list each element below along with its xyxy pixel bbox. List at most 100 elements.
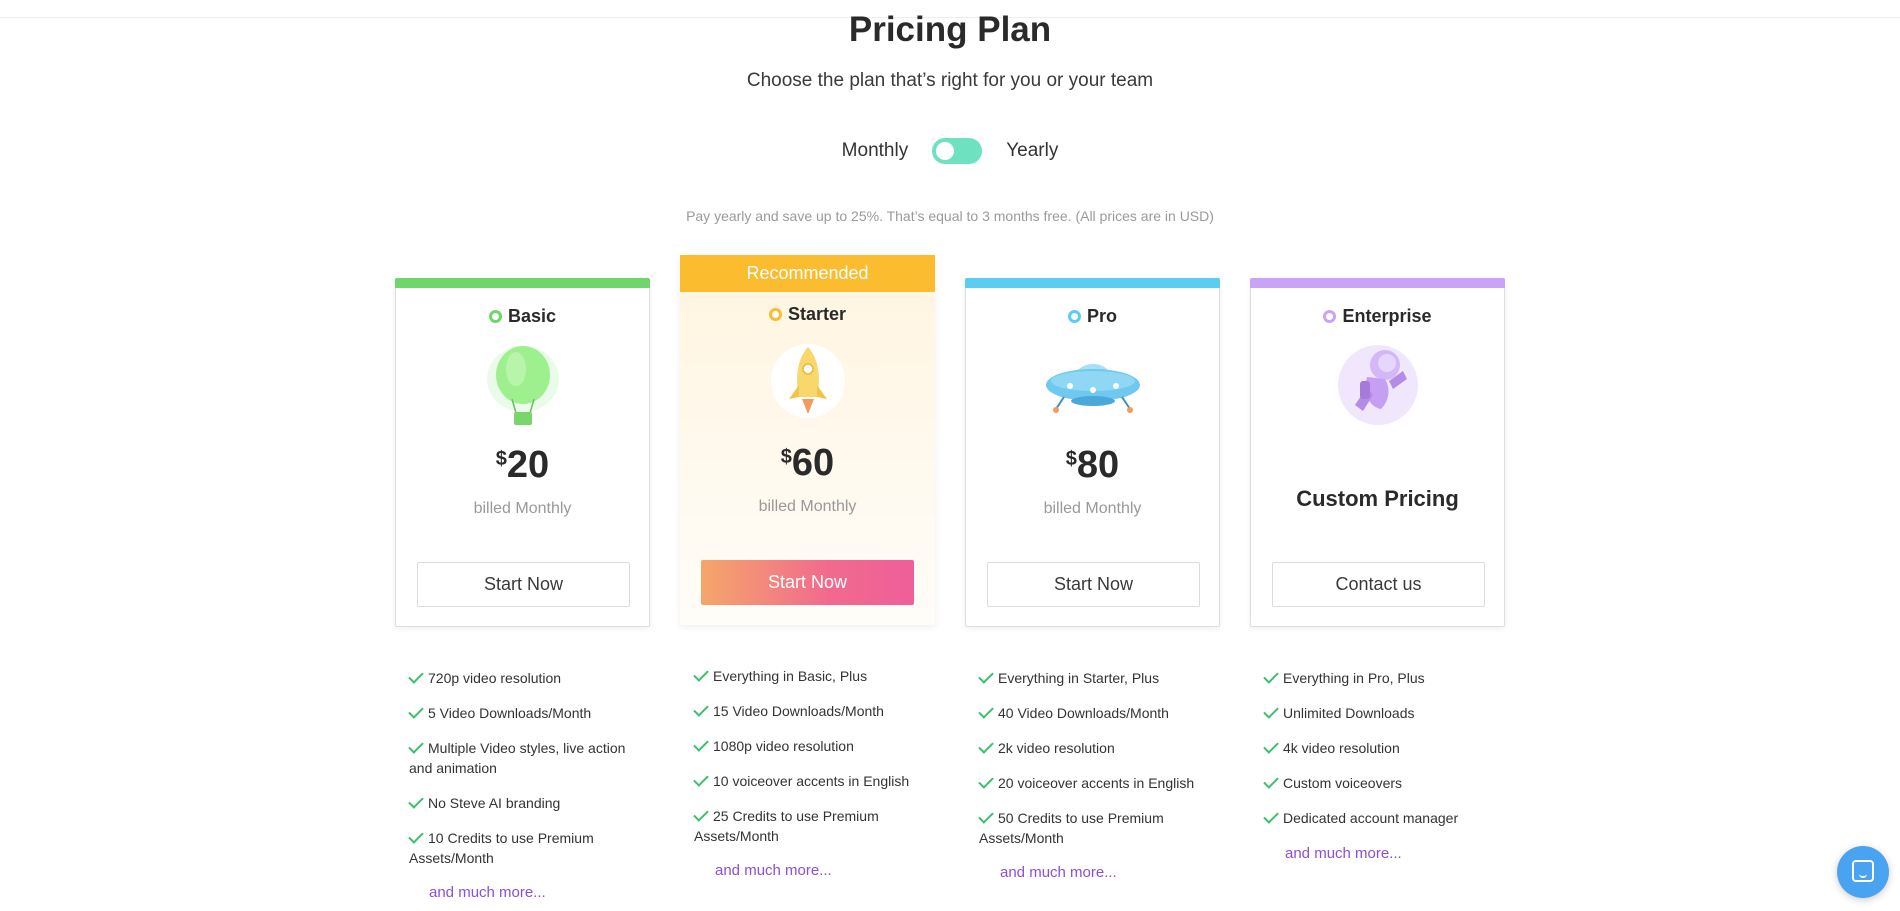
price-currency: $ — [780, 446, 792, 468]
check-icon — [1263, 668, 1279, 684]
rocket-illustration — [770, 344, 845, 418]
feature-text: 5 Video Downloads/Month — [428, 705, 592, 721]
check-icon — [1263, 773, 1279, 789]
feature-item: 20 voiceover accents in English — [978, 773, 1199, 793]
circle-badge-icon — [1067, 310, 1081, 323]
plan-price: $60 — [680, 442, 935, 485]
plan-accent-bar — [395, 278, 650, 288]
check-icon — [408, 738, 424, 754]
feature-list-basic: 720p video resolution 5 Video Downloads/… — [408, 668, 629, 883]
check-icon — [1263, 738, 1279, 754]
feature-text: 40 Video Downloads/Month — [998, 705, 1169, 721]
check-icon — [408, 703, 424, 719]
feature-text: Everything in Pro, Plus — [1283, 670, 1425, 686]
check-icon — [1263, 703, 1279, 719]
check-icon — [693, 806, 709, 822]
feature-text: 720p video resolution — [428, 670, 562, 686]
check-icon — [408, 793, 424, 809]
feature-item: 40 Video Downloads/Month — [978, 703, 1199, 723]
start-now-button[interactable]: Start Now — [987, 562, 1200, 607]
feature-list-starter: Everything in Basic, Plus 15 Video Downl… — [693, 666, 914, 861]
feature-text: Unlimited Downloads — [1283, 705, 1415, 721]
more-features-link[interactable]: and much more... — [715, 862, 832, 879]
feature-item: Everything in Pro, Plus — [1263, 668, 1484, 688]
feature-text: Dedicated account manager — [1283, 810, 1459, 826]
plan-name-label: Starter — [787, 304, 847, 324]
feature-text: Multiple Video styles, live action and a… — [409, 740, 626, 776]
feature-item: No Steve AI branding — [408, 793, 629, 813]
circle-badge-icon — [1323, 310, 1337, 323]
feature-text: 15 Video Downloads/Month — [713, 703, 884, 719]
more-features-link[interactable]: and much more... — [1285, 845, 1402, 862]
feature-item: 50 Credits to use Premium Assets/Month — [978, 808, 1199, 848]
feature-text: No Steve AI branding — [428, 795, 561, 811]
feature-text: 10 voiceover accents in English — [713, 773, 910, 789]
plan-card-enterprise: Enterprise Custom Pricing Contact us — [1250, 278, 1505, 627]
plan-name-label: Basic — [507, 306, 557, 326]
contact-us-button[interactable]: Contact us — [1272, 562, 1485, 607]
check-icon — [978, 808, 994, 824]
plan-name: Enterprise — [1251, 306, 1504, 327]
plan-price: $80 — [966, 444, 1219, 487]
yearly-label[interactable]: Yearly — [1006, 140, 1058, 162]
feature-item: Everything in Basic, Plus — [693, 666, 914, 686]
feature-text: Everything in Starter, Plus — [998, 670, 1160, 686]
feature-item: 10 voiceover accents in English — [693, 771, 914, 791]
feature-text: 2k video resolution — [998, 740, 1115, 756]
start-now-button[interactable]: Start Now — [417, 562, 630, 607]
feature-item: Dedicated account manager — [1263, 808, 1484, 828]
ufo-illustration — [1045, 364, 1140, 413]
feature-item: 720p video resolution — [408, 668, 629, 688]
plan-card-basic: Basic $20 billed Monthly Start Now — [395, 278, 650, 627]
custom-pricing-label: Custom Pricing — [1296, 486, 1459, 511]
feature-text: 25 Credits to use Premium Assets/Month — [694, 808, 879, 844]
chat-glyph — [1852, 860, 1874, 882]
feature-item: Custom voiceovers — [1263, 773, 1484, 793]
billing-period-switch[interactable] — [932, 138, 983, 164]
astronaut-illustration — [1337, 345, 1418, 425]
circle-badge-icon — [488, 310, 502, 323]
more-features-link[interactable]: and much more... — [429, 884, 546, 901]
feature-text: 1080p video resolution — [713, 738, 854, 754]
chat-icon[interactable] — [1837, 846, 1889, 898]
feature-text: 4k video resolution — [1283, 740, 1400, 756]
plan-name: Starter — [680, 304, 935, 325]
plan-card-starter: Recommended Starter $60 billed Monthly S… — [680, 255, 935, 625]
check-icon — [408, 828, 424, 844]
price-currency: $ — [495, 448, 507, 470]
more-features-link[interactable]: and much more... — [1000, 864, 1117, 881]
switch-knob — [936, 142, 955, 160]
feature-item: 4k video resolution — [1263, 738, 1484, 758]
check-icon — [693, 771, 709, 787]
feature-item: 10 Credits to use Premium Assets/Month — [408, 828, 629, 868]
start-now-button[interactable]: Start Now — [701, 560, 914, 605]
check-icon — [408, 668, 424, 684]
circle-badge-icon — [768, 308, 782, 321]
plan-name-label: Enterprise — [1342, 306, 1432, 326]
feature-text: 20 voiceover accents in English — [998, 775, 1195, 791]
check-icon — [693, 666, 709, 682]
feature-item: Everything in Starter, Plus — [978, 668, 1199, 688]
billing-period-text: billed Monthly — [758, 498, 857, 515]
plan-accent-bar — [965, 278, 1220, 288]
price-amount: 80 — [1076, 444, 1120, 486]
plan-accent-bar — [1250, 278, 1505, 288]
feature-list-pro: Everything in Starter, Plus 40 Video Dow… — [978, 668, 1199, 863]
feature-item: 5 Video Downloads/Month — [408, 703, 629, 723]
feature-item: 25 Credits to use Premium Assets/Month — [693, 806, 914, 846]
hot-air-balloon-illustration — [486, 346, 559, 425]
monthly-label[interactable]: Monthly — [842, 140, 909, 162]
plan-name-label: Pro — [1086, 306, 1117, 326]
check-icon — [978, 738, 994, 754]
check-icon — [693, 736, 709, 752]
check-icon — [1263, 808, 1279, 824]
feature-text: Custom voiceovers — [1283, 775, 1403, 791]
feature-list-enterprise: Everything in Pro, Plus Unlimited Downlo… — [1263, 668, 1484, 843]
plan-name: Basic — [396, 306, 649, 327]
price-amount: 60 — [791, 442, 835, 484]
feature-text: Everything in Basic, Plus — [713, 668, 868, 684]
billing-period-text: billed Monthly — [1043, 500, 1142, 517]
check-icon — [978, 703, 994, 719]
recommended-badge: Recommended — [680, 255, 935, 292]
plan-card-pro: Pro $80 billed Monthly Start Now — [965, 278, 1220, 627]
